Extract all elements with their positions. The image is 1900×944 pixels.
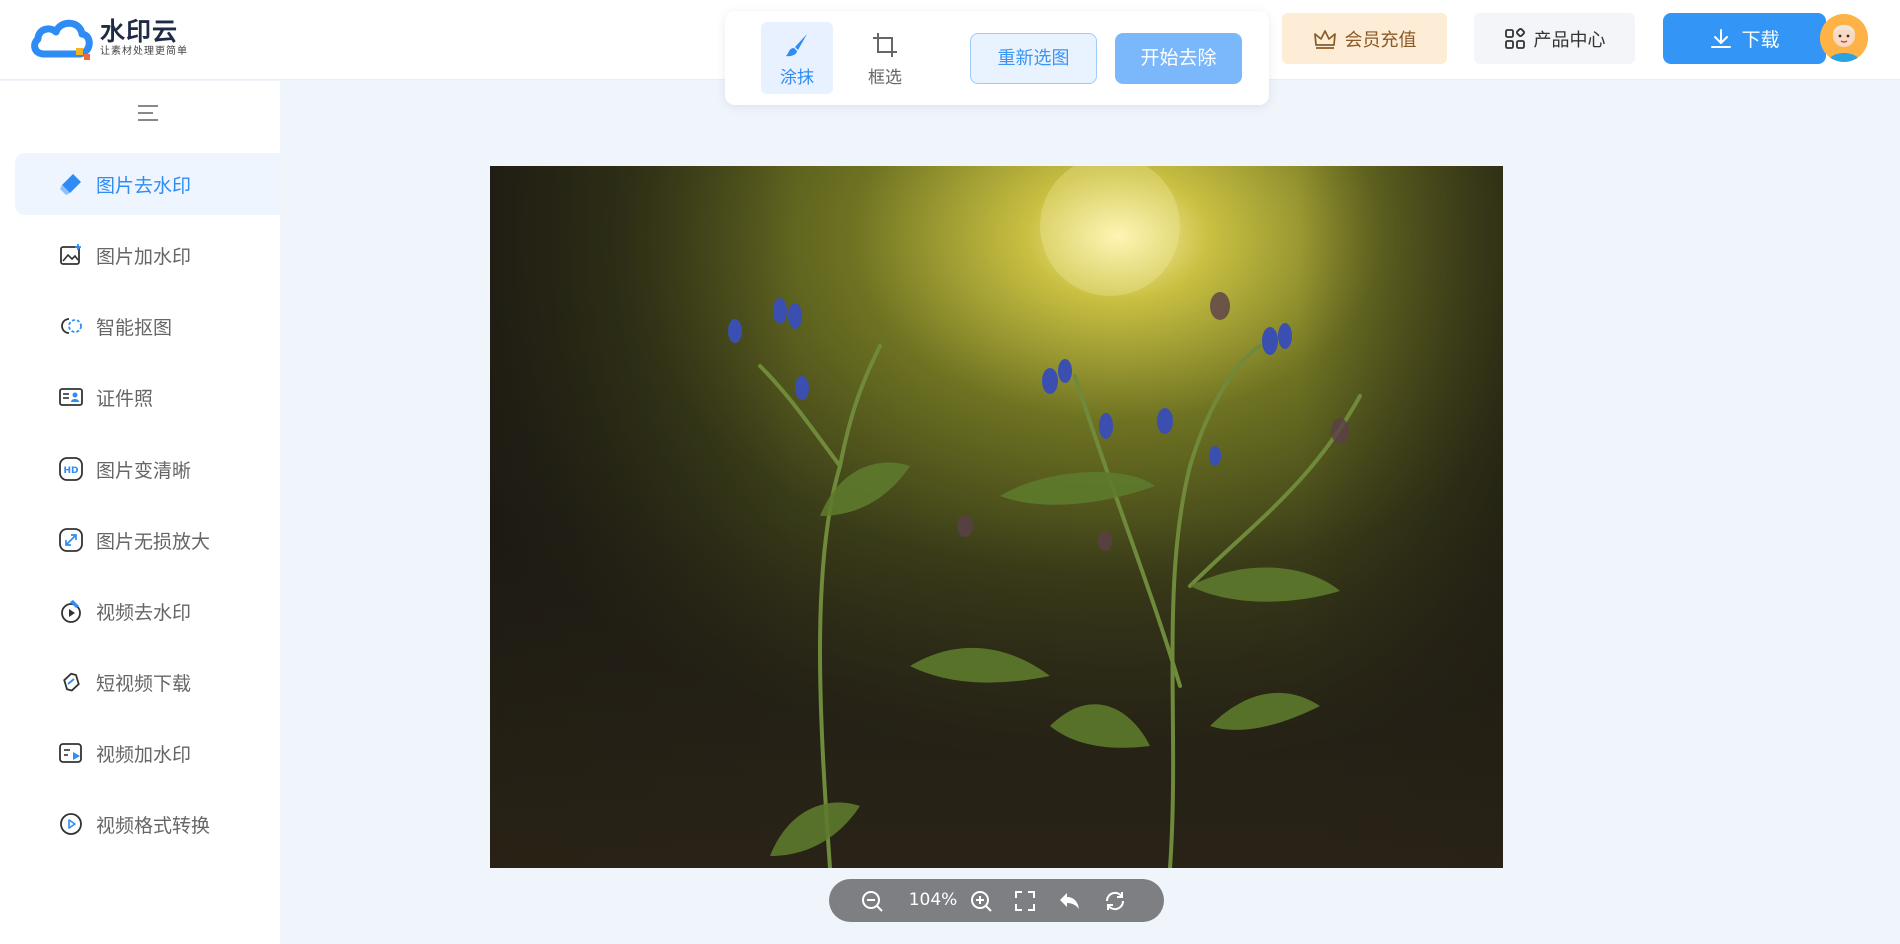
svg-text:HD: HD — [63, 466, 78, 476]
download-icon — [1711, 28, 1732, 48]
brush-icon — [786, 34, 807, 57]
hd-icon: HD — [59, 457, 83, 481]
sidebar: 图片去水印 图片加水印 智能抠图 证件照 HD 图片变清晰 图片无损放大 视频去… — [0, 81, 280, 944]
brand-slogan: 让素材处理更简单 — [100, 46, 188, 57]
zoom-level: 104% — [908, 890, 958, 910]
enlarge-icon — [59, 528, 83, 552]
sidebar-item-image-enlarge[interactable]: 图片无损放大 — [15, 509, 280, 571]
start-remove-button[interactable]: 开始去除 — [1115, 33, 1242, 84]
sidebar-item-label: 短视频下载 — [96, 672, 192, 695]
avatar-face-icon — [1820, 14, 1868, 62]
cloud-logo-icon — [31, 19, 93, 60]
crop-icon — [873, 33, 897, 57]
video-eraser-icon — [61, 600, 81, 623]
sidebar-item-image-add-watermark[interactable]: 图片加水印 — [15, 224, 280, 286]
brand-logo[interactable]: 水印云 让素材处理更简单 — [30, 14, 188, 62]
sidebar-item-video-remove-watermark[interactable]: 视频去水印 — [15, 580, 280, 642]
product-center-label: 产品中心 — [1533, 29, 1606, 51]
grid-apps-icon — [1504, 27, 1525, 49]
sidebar-item-label: 证件照 — [96, 387, 154, 410]
eraser-icon — [60, 174, 81, 195]
cutout-icon — [61, 318, 82, 334]
crown-icon — [1313, 29, 1336, 49]
sidebar-item-label: 智能抠图 — [96, 316, 173, 339]
reselect-image-button[interactable]: 重新选图 — [970, 33, 1097, 84]
sidebar-item-image-enhance[interactable]: HD 图片变清晰 — [15, 438, 280, 500]
sidebar-item-label: 视频去水印 — [96, 601, 192, 624]
undo-icon[interactable] — [1057, 889, 1081, 913]
crop-tool-label: 框选 — [868, 68, 902, 88]
sidebar-item-video-format-convert[interactable]: 视频格式转换 — [15, 793, 280, 855]
sidebar-item-image-remove-watermark[interactable]: 图片去水印 — [15, 153, 280, 215]
brush-tool-button[interactable]: 涂抹 — [761, 22, 833, 94]
download-label: 下载 — [1741, 29, 1780, 51]
reset-rotate-icon[interactable] — [1103, 889, 1127, 913]
sidebar-item-smart-cutout[interactable]: 智能抠图 — [15, 295, 280, 357]
sidebar-item-label: 视频格式转换 — [96, 814, 211, 837]
photo-flowers-image — [490, 166, 1503, 868]
id-card-icon — [59, 388, 83, 406]
sidebar-item-label: 图片加水印 — [96, 245, 192, 268]
link-icon — [63, 672, 80, 692]
sidebar-item-label: 图片无损放大 — [96, 530, 211, 553]
sidebar-item-label: 图片去水印 — [96, 174, 192, 197]
fullscreen-icon[interactable] — [1013, 889, 1037, 913]
zoom-toolbar: 104% — [829, 879, 1164, 922]
brand-name: 水印云 — [100, 17, 179, 46]
sidebar-item-short-video-download[interactable]: 短视频下载 — [15, 651, 280, 713]
brush-tool-label: 涂抹 — [780, 68, 814, 88]
user-avatar[interactable] — [1820, 14, 1868, 62]
zoom-in-icon[interactable] — [969, 889, 993, 913]
edit-toolbox: 涂抹 框选 重新选图 开始去除 — [725, 11, 1269, 105]
sidebar-item-label: 图片变清晰 — [96, 459, 192, 482]
sidebar-item-id-photo[interactable]: 证件照 — [15, 366, 280, 428]
download-button[interactable]: 下载 — [1663, 13, 1826, 64]
product-center-button[interactable]: 产品中心 — [1474, 13, 1635, 64]
sidebar-item-video-add-watermark[interactable]: 视频加水印 — [15, 722, 280, 784]
video-add-icon — [59, 743, 82, 763]
image-add-icon — [60, 244, 81, 265]
sidebar-item-label: 视频加水印 — [96, 743, 192, 766]
menu-collapse-icon[interactable] — [136, 102, 160, 124]
editing-canvas[interactable] — [490, 166, 1503, 868]
crop-tool-button[interactable]: 框选 — [849, 22, 921, 94]
vip-recharge-label: 会员充值 — [1344, 29, 1417, 51]
play-circle-icon — [60, 813, 82, 835]
vip-recharge-button[interactable]: 会员充值 — [1282, 13, 1447, 64]
zoom-out-icon[interactable] — [860, 889, 884, 913]
